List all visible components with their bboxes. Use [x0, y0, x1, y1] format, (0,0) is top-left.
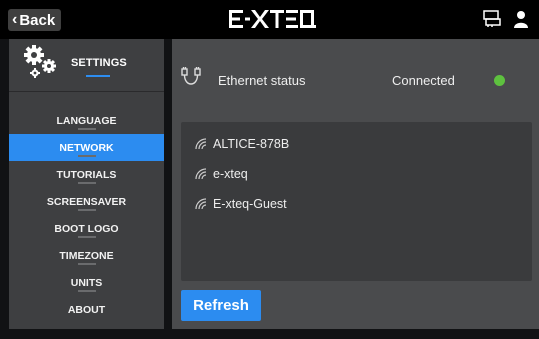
wifi-network-name: E-xteq-Guest [213, 197, 287, 211]
exteq-logo [228, 8, 316, 30]
network-panel: Ethernet status Connected ALTICE-878B e-… [172, 39, 539, 329]
menu-separator [9, 128, 164, 130]
wifi-network-item[interactable]: e-xteq [195, 164, 248, 184]
wifi-icon [195, 138, 207, 150]
sidebar-item-about[interactable]: ABOUT [9, 296, 164, 323]
sidebar-item-label: TUTORIALS [56, 168, 117, 181]
settings-title: SETTINGS [71, 57, 127, 69]
user-icon[interactable] [514, 10, 528, 28]
wifi-icon [195, 198, 207, 210]
top-bar: ‹ Back [0, 0, 539, 39]
menu-separator [9, 290, 164, 292]
ethernet-status-label: Ethernet status [218, 73, 306, 88]
settings-underline [86, 75, 110, 77]
back-button-label: Back [19, 11, 56, 29]
settings-header: SETTINGS [9, 39, 164, 91]
settings-sidebar: SETTINGS LANGUAGE NETWORK TUTORIALS SCRE… [9, 39, 164, 329]
menu-separator [9, 236, 164, 238]
sidebar-item-label: NETWORK [59, 141, 114, 154]
sidebar-item-label: TIMEZONE [59, 249, 114, 262]
wifi-network-item[interactable]: E-xteq-Guest [195, 194, 287, 214]
ethernet-status-value: Connected [392, 73, 455, 88]
sidebar-item-label: SCREENSAVER [46, 195, 127, 208]
sidebar-item-label: UNITS [70, 276, 103, 289]
network-icon[interactable] [483, 10, 501, 28]
menu-separator [9, 182, 164, 184]
wifi-icon [195, 168, 207, 180]
ethernet-cable-icon [180, 67, 202, 91]
menu-separator [9, 155, 164, 157]
wifi-network-item[interactable]: ALTICE-878B [195, 134, 289, 154]
divider [9, 91, 164, 92]
sidebar-item-label: BOOT LOGO [54, 222, 119, 235]
sidebar-item-label: LANGUAGE [56, 114, 117, 127]
wifi-network-name: e-xteq [213, 167, 248, 181]
wifi-network-name: ALTICE-878B [213, 137, 290, 151]
refresh-button[interactable]: Refresh [181, 290, 261, 321]
status-indicator-dot [494, 75, 505, 86]
menu-separator [9, 263, 164, 265]
back-button[interactable]: ‹ Back [8, 9, 62, 31]
chevron-left-icon: ‹ [12, 11, 18, 28]
ethernet-status-row: Ethernet status Connected [172, 59, 539, 99]
wifi-network-list[interactable]: ALTICE-878B e-xteq E-xteq-Guest [181, 122, 532, 281]
gears-icon [23, 44, 59, 80]
menu-separator [9, 209, 164, 211]
sidebar-item-label: ABOUT [67, 303, 106, 316]
